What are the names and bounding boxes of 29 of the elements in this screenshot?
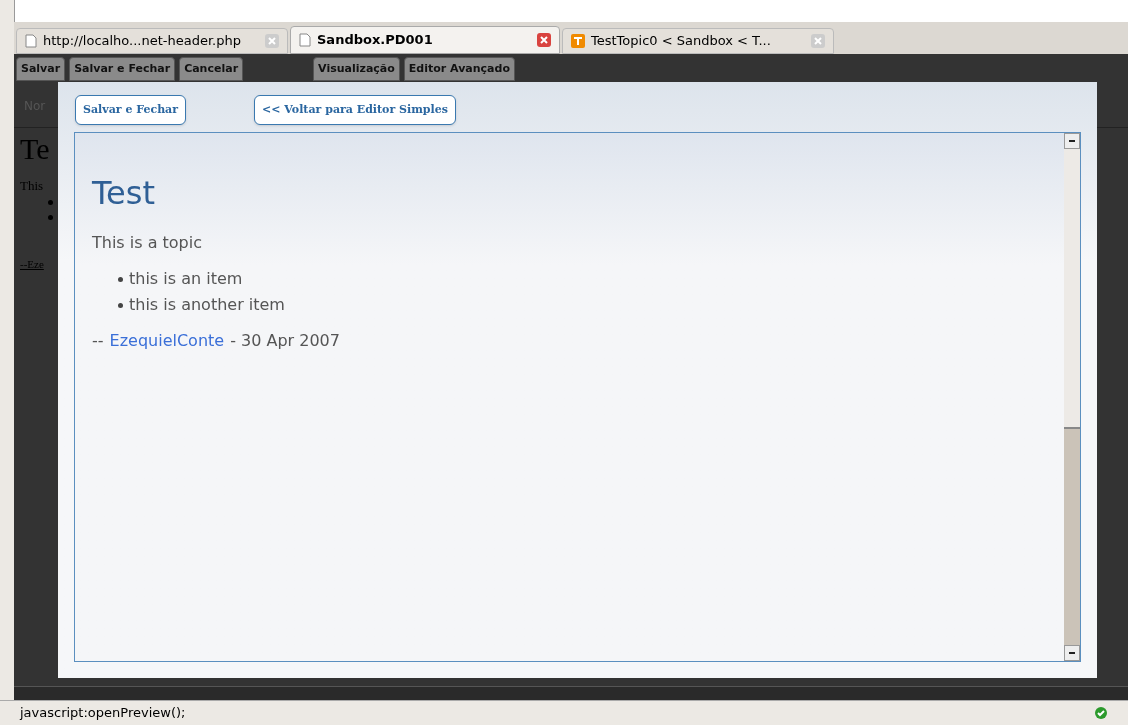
dialog-button[interactable]: Salvar e Fechar — [75, 95, 187, 125]
preview-paragraph: This is a topic — [92, 232, 202, 254]
bullet-icon — [48, 199, 53, 205]
browser-tab[interactable]: http://localho...net-header.php — [16, 28, 288, 54]
status-text: javascript:openPreview(); — [20, 704, 187, 723]
dialog-button[interactable]: << Voltar para Editor Simples — [254, 95, 456, 125]
browser-tab[interactable]: Sandbox.PD001 — [290, 26, 560, 54]
scrollbar[interactable] — [1064, 133, 1080, 661]
scroll-thumb[interactable] — [1064, 149, 1080, 429]
signature-date: - 30 Apr 2007 — [230, 330, 340, 352]
bullet-icon — [118, 302, 123, 308]
site-icon — [571, 34, 585, 48]
signature-dash: -- — [92, 330, 104, 352]
toolbar-button[interactable]: Editor Avançado — [403, 57, 515, 81]
preview-title: Test — [92, 175, 155, 211]
page-icon — [25, 34, 37, 48]
list-item: this is another item — [129, 294, 285, 316]
bullet-icon — [48, 214, 53, 220]
toolbar-button[interactable]: Visualização — [313, 57, 400, 81]
toolbar-button[interactable]: Salvar e Fechar — [69, 57, 176, 81]
toolbar-button[interactable]: Cancelar — [179, 57, 244, 81]
page-icon — [299, 33, 311, 47]
close-icon[interactable] — [537, 33, 551, 47]
list-item: this is an item — [129, 268, 243, 290]
horizontal-scrollbar[interactable] — [14, 686, 1128, 700]
browser-tab[interactable]: TestTopic0 < Sandbox < T... — [562, 28, 834, 54]
toolbar-button[interactable]: Salvar — [16, 57, 66, 81]
author-link[interactable]: EzequielConte — [109, 329, 225, 353]
bullet-icon — [118, 276, 123, 282]
